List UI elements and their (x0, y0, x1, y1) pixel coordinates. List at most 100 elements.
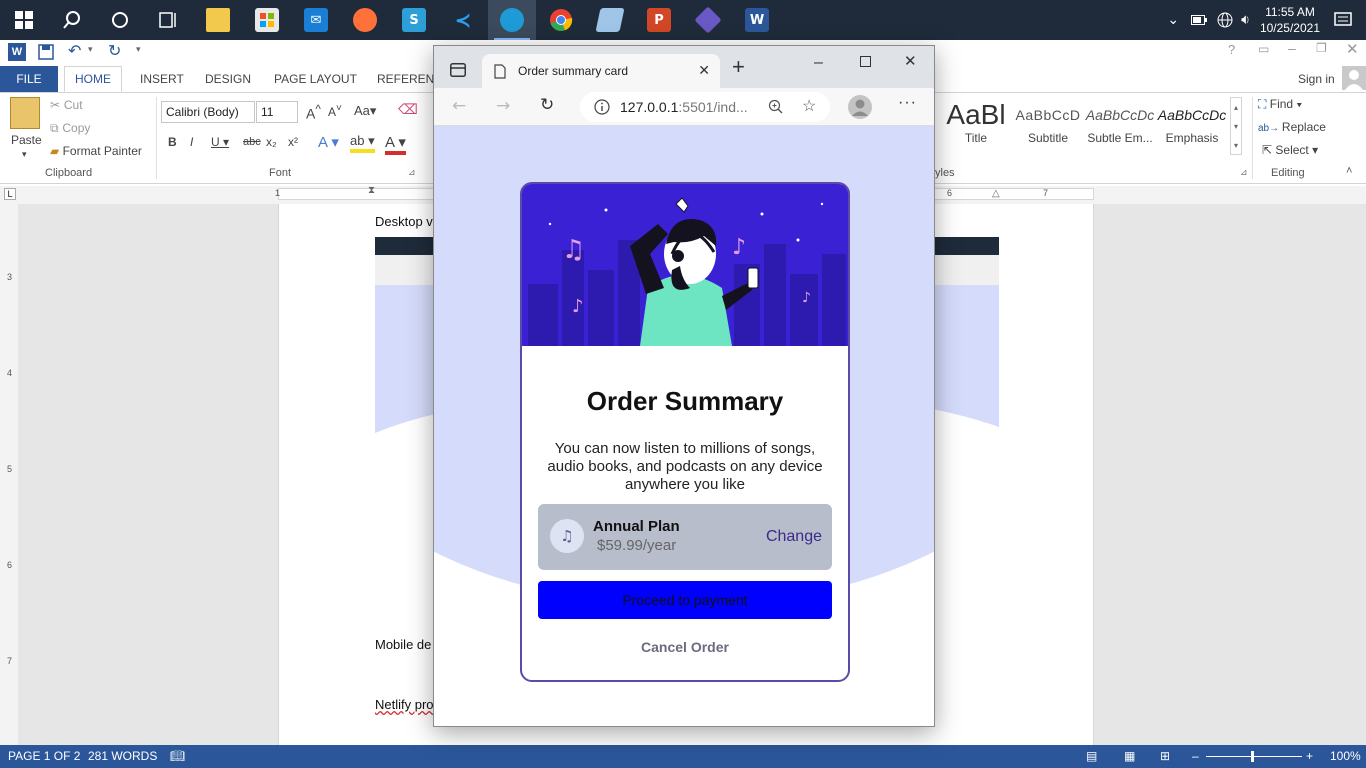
ribbon-display-icon[interactable]: ▭ (1258, 42, 1269, 56)
avatar[interactable] (1342, 66, 1366, 90)
style-title[interactable]: AaBl Title (940, 99, 1012, 153)
copy-button[interactable]: ⧉ Copy (50, 121, 90, 136)
subscript-icon[interactable]: x₂ (266, 135, 277, 149)
change-case-icon[interactable]: Aa▾ (354, 103, 376, 119)
zoom-icon[interactable] (768, 99, 784, 115)
grow-font-icon[interactable]: A^ (306, 103, 321, 122)
search-button[interactable] (48, 0, 96, 40)
close-icon[interactable]: ✕ (1346, 40, 1359, 58)
notepad-button[interactable] (586, 0, 634, 40)
undo-dropdown-icon[interactable]: ▾ (88, 44, 93, 55)
tab-design[interactable]: DESIGN (205, 66, 251, 92)
highlight-icon[interactable]: ab ▾ (350, 133, 375, 153)
format-painter-button[interactable]: ▰ Format Painter (50, 144, 142, 158)
style-emphasis[interactable]: AaBbCcDc Emphasis (1156, 99, 1228, 153)
right-indent-marker[interactable]: △ (992, 188, 1000, 199)
info-icon[interactable] (594, 99, 610, 115)
chevron-up-icon[interactable]: ⌄ (1167, 12, 1179, 28)
more-options-icon[interactable]: ··· (898, 94, 917, 112)
italic-icon[interactable]: I (190, 135, 193, 149)
battery-icon[interactable] (1191, 15, 1208, 25)
store-button[interactable] (243, 0, 291, 40)
tab-home[interactable]: HOME (64, 66, 122, 92)
cortana-button[interactable] (96, 0, 144, 40)
chrome-button[interactable] (537, 0, 585, 40)
text-effects-icon[interactable]: A ▾ (318, 133, 339, 151)
cancel-order-button[interactable]: Cancel Order (538, 634, 832, 660)
edge-button[interactable] (488, 0, 536, 40)
font-name-combo[interactable]: Calibri (Body) (161, 101, 255, 123)
style-subtle-emphasis[interactable]: AaBbCcDc Subtle Em... (1084, 99, 1156, 153)
collapse-ribbon-icon[interactable]: ˄ (1346, 165, 1352, 177)
app-s-button[interactable]: S (390, 0, 438, 40)
print-layout-icon[interactable]: ▦ (1124, 749, 1135, 763)
tab-file[interactable]: FILE (0, 66, 58, 92)
strikethrough-icon[interactable]: abc (243, 136, 261, 148)
read-mode-icon[interactable]: ▤ (1086, 749, 1097, 763)
save-icon[interactable] (38, 44, 54, 60)
tab-page-layout[interactable]: PAGE LAYOUT (274, 66, 357, 92)
customize-toolbar-icon[interactable]: ▾ (136, 44, 141, 55)
address-bar[interactable]: 127.0.0.1:5501/ind... ☆ (580, 92, 830, 122)
superscript-icon[interactable]: x² (288, 135, 298, 149)
indent-marker[interactable]: ⧗ (368, 185, 375, 196)
cut-button[interactable]: ✂ Cut (50, 98, 83, 112)
vscode-button[interactable]: ≺ (439, 0, 487, 40)
proofing-icon[interactable]: 📖︎ (170, 749, 185, 763)
change-plan-link[interactable]: Change (766, 528, 822, 546)
font-size-combo[interactable]: 11 (256, 101, 298, 123)
select-button[interactable]: ⇱ Select ▾ (1262, 143, 1318, 157)
zoom-slider-thumb[interactable] (1251, 751, 1254, 762)
sign-in-link[interactable]: Sign in (1298, 66, 1335, 92)
font-dialog-launcher-icon[interactable]: ⊿ (408, 167, 416, 178)
style-subtitle[interactable]: AaBbCcD Subtitle (1012, 99, 1084, 153)
windows-start-button[interactable] (0, 0, 48, 40)
find-button[interactable]: ⛶ Find ▾ (1258, 97, 1302, 112)
maximize-icon[interactable] (860, 56, 871, 67)
task-view-button[interactable] (144, 0, 192, 40)
styles-scroll[interactable]: ▴ ▾ ▾ (1230, 97, 1242, 155)
minimize-icon[interactable]: – (1288, 40, 1296, 56)
favorites-icon[interactable]: ☆ (802, 96, 816, 116)
new-tab-icon[interactable]: + (732, 54, 745, 80)
replace-button[interactable]: ab→ Replace (1258, 120, 1326, 134)
file-explorer-button[interactable] (194, 0, 242, 40)
restore-icon[interactable]: ❐ (1316, 41, 1327, 55)
tab-insert[interactable]: INSERT (140, 66, 184, 92)
back-icon[interactable]: ← (452, 96, 466, 116)
tab-actions-icon[interactable] (450, 63, 466, 77)
notification-icon[interactable] (1334, 12, 1352, 28)
paste-dropdown-icon[interactable]: ▾ (22, 149, 27, 160)
web-layout-icon[interactable]: ⊞ (1160, 749, 1170, 763)
word-count[interactable]: 281 WORDS (88, 749, 157, 763)
close-icon[interactable]: ✕ (904, 52, 917, 70)
refresh-icon[interactable]: ↻ (540, 95, 554, 115)
forward-icon[interactable]: → (496, 96, 510, 116)
browser-tab[interactable]: Order summary card ✕ (482, 54, 720, 88)
clear-formatting-icon[interactable]: ⌫ (398, 101, 418, 118)
zoom-in-icon[interactable]: + (1306, 749, 1313, 763)
undo-icon[interactable]: ↶ (68, 41, 81, 60)
minimize-icon[interactable]: – (814, 54, 823, 72)
page-count[interactable]: PAGE 1 OF 2 (8, 749, 80, 763)
paste-button[interactable]: Paste (11, 133, 42, 147)
firefox-button[interactable] (341, 0, 389, 40)
paste-icon[interactable] (10, 97, 40, 129)
zoom-level[interactable]: 100% (1330, 749, 1361, 763)
proceed-to-payment-button[interactable]: Proceed to payment (538, 581, 832, 619)
underline-icon[interactable]: U ▾ (211, 135, 229, 149)
zoom-out-icon[interactable]: – (1192, 749, 1199, 763)
font-color-icon[interactable]: A ▾ (385, 133, 406, 155)
shrink-font-icon[interactable]: A˅ (328, 103, 342, 119)
bold-icon[interactable]: B (168, 135, 177, 149)
word-button[interactable]: W (733, 0, 781, 40)
tab-selector[interactable]: L (4, 188, 16, 200)
help-icon[interactable]: ? (1228, 42, 1235, 57)
styles-dialog-launcher-icon[interactable]: ⊿ (1240, 167, 1248, 178)
globe-icon[interactable] (1217, 12, 1233, 28)
powerpoint-button[interactable]: P (635, 0, 683, 40)
redo-icon[interactable]: ↻ (108, 41, 121, 60)
volume-icon[interactable]: 🔉︎ (1241, 12, 1250, 28)
mail-button[interactable]: ✉ (292, 0, 340, 40)
clock[interactable]: 11:55 AM 10/25/2021 (1260, 4, 1320, 36)
